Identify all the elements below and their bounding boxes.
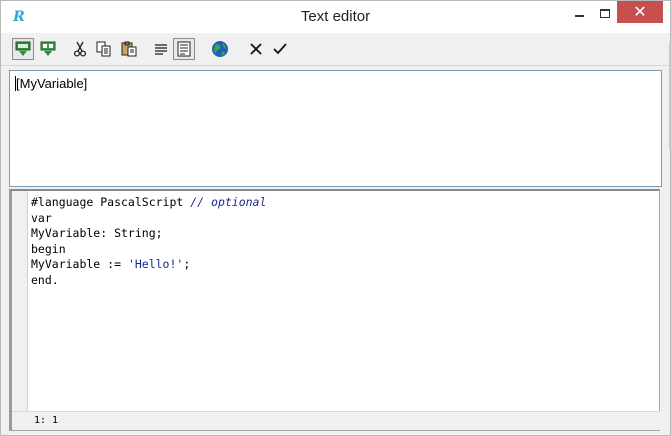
close-icon: ✕ xyxy=(633,2,647,21)
code-line: MyVariable: String; xyxy=(31,226,266,242)
code-line: var xyxy=(31,211,266,227)
editor-status-bar: 1: 1 xyxy=(12,411,660,430)
code-line: MyVariable := 'Hello!'; xyxy=(31,257,266,273)
code-text: var xyxy=(31,210,52,225)
code-lines: #language PascalScript // optional var M… xyxy=(31,195,266,288)
expression-text-line: [MyVariable] xyxy=(15,76,87,91)
code-string: 'Hello!' xyxy=(127,257,184,271)
expression-editor[interactable]: [MyVariable] xyxy=(9,70,662,187)
text-editor-window: R Text editor ✕ [MyVariable] #language P… xyxy=(0,0,671,436)
code-text-tail: ; xyxy=(183,257,191,271)
insert-aggregate-icon xyxy=(40,41,56,56)
script-mode-button[interactable] xyxy=(173,38,195,60)
code-text: begin xyxy=(31,241,66,256)
title-bar[interactable]: R Text editor ✕ xyxy=(1,1,670,33)
minimize-button[interactable] xyxy=(565,1,593,25)
copy-button[interactable] xyxy=(93,38,115,60)
ok-icon xyxy=(273,43,287,55)
code-line: end. xyxy=(31,273,266,289)
word-wrap-icon xyxy=(155,44,167,55)
toolbar xyxy=(1,34,670,66)
ok-button[interactable] xyxy=(269,38,291,60)
code-line: #language PascalScript // optional xyxy=(31,195,266,211)
code-text: end. xyxy=(31,272,59,287)
globe-button[interactable] xyxy=(209,38,231,60)
cancel-icon xyxy=(250,43,262,55)
insert-aggregate-button[interactable] xyxy=(37,38,59,60)
minimize-icon xyxy=(574,15,584,17)
script-editor[interactable]: #language PascalScript // optional var M… xyxy=(9,189,660,431)
copy-icon xyxy=(96,41,111,57)
cut-button[interactable] xyxy=(69,38,91,60)
code-text: MyVariable: String; xyxy=(31,226,163,240)
cursor-position: 1: 1 xyxy=(34,415,59,426)
code-text: MyVariable := xyxy=(31,257,128,271)
paste-button[interactable] xyxy=(118,38,140,60)
close-button[interactable]: ✕ xyxy=(617,1,663,23)
script-mode-icon xyxy=(177,41,191,57)
editor-gutter xyxy=(12,191,28,413)
cut-icon xyxy=(73,41,87,57)
word-wrap-button[interactable] xyxy=(150,38,172,60)
code-text: #language PascalScript xyxy=(31,195,191,209)
paste-icon xyxy=(121,41,137,57)
cancel-button[interactable] xyxy=(245,38,267,60)
insert-expression-button[interactable] xyxy=(12,38,34,60)
maximize-icon xyxy=(600,8,610,18)
code-line: begin xyxy=(31,242,266,258)
globe-icon xyxy=(212,41,228,57)
insert-expression-icon xyxy=(15,41,31,56)
code-comment: // optional xyxy=(190,195,267,209)
maximize-button[interactable] xyxy=(591,1,619,25)
expression-value: [MyVariable] xyxy=(16,76,88,91)
